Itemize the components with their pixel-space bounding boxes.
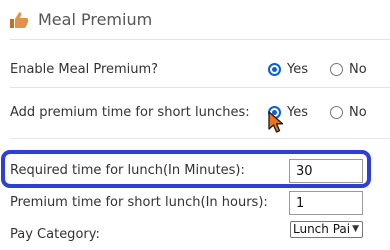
radio-label: No: [349, 105, 367, 120]
enable-meal-premium-label: Enable Meal Premium?: [10, 62, 159, 77]
chevron-down-icon: ▼: [352, 224, 359, 234]
page-title: Meal Premium: [38, 10, 153, 29]
row-divider: [10, 138, 390, 139]
enable-no-radio[interactable]: No: [330, 62, 367, 77]
mouse-cursor-icon: [268, 111, 284, 133]
radio-label: No: [349, 62, 367, 77]
enable-yes-radio[interactable]: Yes: [268, 62, 308, 77]
radio-label: Yes: [287, 105, 308, 120]
pay-category-select[interactable]: Lunch Pai ▼: [290, 221, 363, 238]
section-header: Meal Premium: [0, 0, 390, 40]
radio-label: Yes: [287, 62, 308, 77]
short-lunch-no-radio[interactable]: No: [330, 105, 367, 120]
radio-button[interactable]: [330, 63, 343, 76]
highlight-box: [1, 150, 371, 188]
radio-button[interactable]: [268, 63, 281, 76]
short-lunch-premium-label: Add premium time for short lunches:: [10, 105, 250, 120]
header-divider: [10, 39, 390, 40]
pay-category-value: Lunch Pai: [293, 222, 351, 236]
row-divider: [10, 87, 390, 88]
premium-time-label: Premium time for short lunch(In hours):: [10, 195, 268, 210]
pay-category-label: Pay Category:: [10, 227, 100, 242]
thumbs-up-icon: [10, 12, 29, 28]
premium-time-input[interactable]: [289, 191, 363, 215]
radio-button[interactable]: [330, 106, 343, 119]
